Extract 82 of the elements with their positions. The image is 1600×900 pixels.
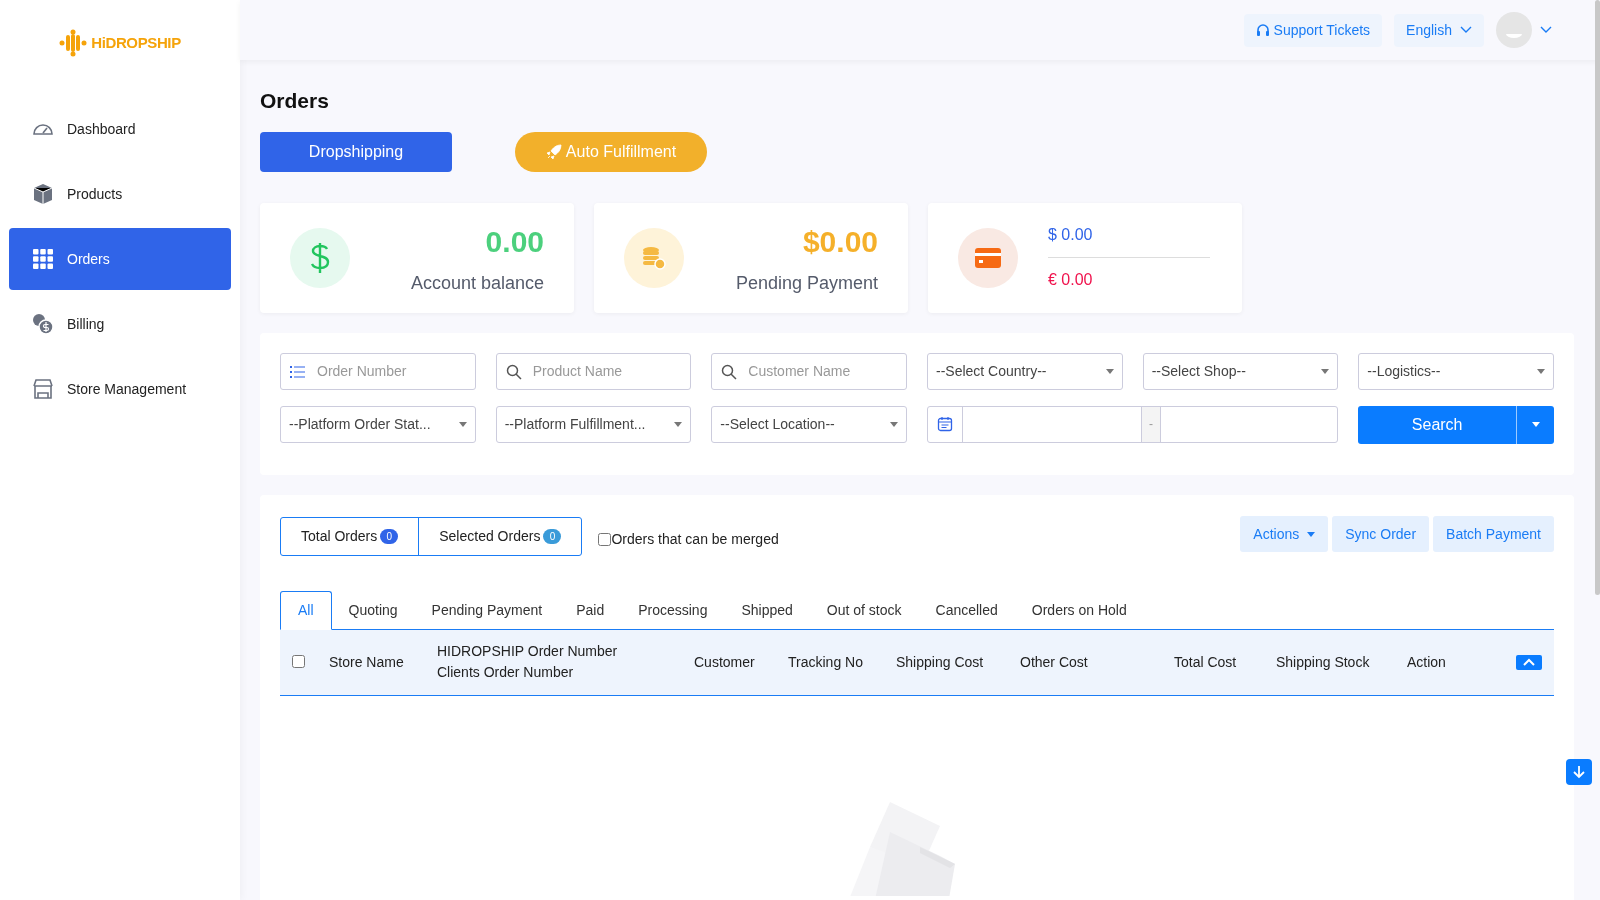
sidebar-item[interactable]: Dashboard xyxy=(9,98,231,160)
list-icon xyxy=(290,363,306,380)
caret-down-icon xyxy=(1105,368,1114,374)
caret-down-icon xyxy=(1537,368,1545,374)
grid-icon xyxy=(31,247,55,271)
rocket-icon xyxy=(545,143,562,160)
search-field[interactable]: Order Number xyxy=(280,352,476,390)
coins-icon xyxy=(31,312,55,336)
box-icon xyxy=(31,182,55,206)
search-field[interactable]: Customer Name xyxy=(711,352,907,390)
stat-label: Pending Payment xyxy=(735,271,878,295)
avatar-icon xyxy=(1496,12,1532,48)
calendar-icon xyxy=(937,416,953,432)
eur-amount: € 0.00 xyxy=(1048,270,1094,290)
column-header: Store Name xyxy=(329,652,405,672)
search-icon xyxy=(721,363,738,380)
caret-down-icon xyxy=(674,421,683,427)
merge-checkbox[interactable] xyxy=(598,532,612,546)
collapse-button[interactable] xyxy=(1516,654,1542,670)
status-tab[interactable]: Processing xyxy=(621,590,725,630)
action-button[interactable]: Sync Order xyxy=(1332,516,1430,552)
actions-dropdown[interactable]: Actions xyxy=(1240,516,1329,552)
status-tab[interactable]: Quoting xyxy=(331,590,415,630)
checkbox-label: Orders that can be merged xyxy=(611,529,779,549)
status-tab[interactable]: Shipped xyxy=(724,590,810,630)
select-dropdown[interactable]: --Platform Order Stat... xyxy=(280,405,476,443)
column-header: Tracking No xyxy=(788,652,864,672)
column-header: Other Cost xyxy=(1020,652,1089,672)
search-field[interactable]: Product Name xyxy=(495,352,692,390)
select-dropdown[interactable]: --Platform Fulfillment... xyxy=(495,405,692,443)
count-badge: 0 xyxy=(380,528,399,544)
caret-down-icon xyxy=(890,421,898,427)
status-tab[interactable]: Pending Payment xyxy=(414,590,560,630)
sidebar-item[interactable]: Billing xyxy=(9,293,231,355)
action-button[interactable]: Batch Payment xyxy=(1433,516,1554,552)
search-icon xyxy=(505,363,522,380)
store-icon xyxy=(31,377,55,401)
usd-amount: $ 0.00 xyxy=(1048,223,1210,258)
column-header: Action xyxy=(1407,652,1447,672)
status-tab[interactable]: Orders on Hold xyxy=(1014,590,1144,630)
select-dropdown[interactable]: --Select Location-- xyxy=(711,405,907,443)
order-count-tab[interactable]: Selected Orders 0 xyxy=(418,517,582,555)
status-tab[interactable]: Out of stock xyxy=(809,590,919,630)
caret-down-icon xyxy=(458,421,467,427)
chevron-up-icon xyxy=(1523,658,1535,666)
caret-down-icon xyxy=(1531,422,1540,427)
logo-text: HiDROPSHIP xyxy=(91,32,181,53)
dropshipping-button[interactable]: Dropshipping xyxy=(260,131,452,172)
scroll-down-button[interactable] xyxy=(1566,759,1592,785)
sidebar-item[interactable]: Products xyxy=(9,163,231,225)
status-tab[interactable]: All xyxy=(280,590,332,630)
search-button[interactable]: Search xyxy=(1358,405,1516,444)
page-title: Orders xyxy=(260,88,330,114)
column-header: Shipping Stock xyxy=(1276,652,1371,672)
language-dropdown[interactable]: English xyxy=(1394,13,1484,47)
chevron-down-icon xyxy=(1540,26,1552,34)
status-tab[interactable]: Paid xyxy=(559,590,622,630)
count-badge: 0 xyxy=(543,528,562,544)
status-tab[interactable]: Cancelled xyxy=(918,590,1015,630)
sidebar-item[interactable]: Orders xyxy=(9,228,231,290)
caret-down-icon xyxy=(1307,531,1316,537)
select-dropdown[interactable]: --Select Country-- xyxy=(927,352,1123,390)
select-all-checkbox[interactable] xyxy=(292,654,305,668)
column-header: Customer xyxy=(694,652,756,672)
column-header: HIDROPSHIP Order Number Clients Order Number xyxy=(437,642,619,682)
select-dropdown[interactable]: --Logistics-- xyxy=(1358,352,1554,390)
logo-icon xyxy=(59,29,88,57)
chevron-down-icon xyxy=(1460,26,1472,34)
sidebar-item[interactable]: Store Management xyxy=(9,358,231,420)
select-dropdown[interactable]: --Select Shop-- xyxy=(1142,352,1339,390)
support-tickets-button[interactable]: Support Tickets xyxy=(1243,13,1383,47)
balance-value: 0.00 xyxy=(485,223,544,260)
stat-label: Account balance xyxy=(410,271,544,295)
arrow-down-icon xyxy=(1572,765,1586,779)
column-header: Shipping Cost xyxy=(896,652,985,672)
headset-icon xyxy=(1255,23,1270,37)
order-count-tab[interactable]: Total Orders 0 xyxy=(281,517,419,555)
date-separator: - xyxy=(1141,406,1161,442)
pending-value: $0.00 xyxy=(802,223,878,260)
column-header: Total Cost xyxy=(1174,652,1238,672)
caret-down-icon xyxy=(1321,368,1330,374)
scrollbar[interactable] xyxy=(1595,0,1600,595)
